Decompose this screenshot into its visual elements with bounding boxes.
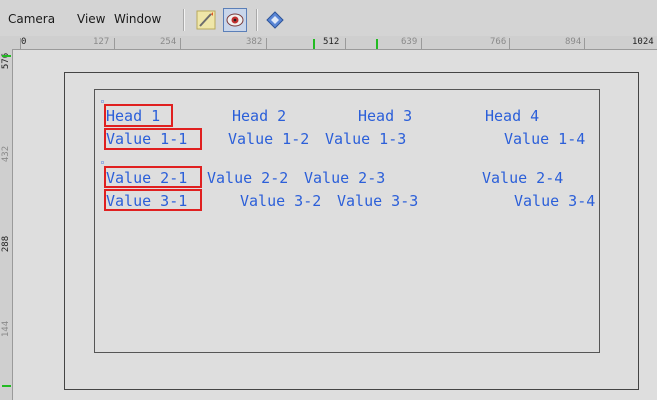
vertical-ruler[interactable]: 576 432 288 144 (0, 49, 13, 400)
toolbar-separator (183, 9, 184, 31)
table-header-4[interactable]: Head 4 (485, 107, 539, 125)
ruler-tick (584, 38, 585, 49)
ruler-marker-right (376, 39, 378, 49)
ruler-label-432: 432 (1, 145, 11, 163)
table-header-2[interactable]: Head 2 (232, 107, 286, 125)
menu-camera[interactable]: Camera (8, 12, 55, 26)
ruler-tick (266, 38, 267, 49)
table-cell-1-3[interactable]: Value 1-3 (325, 130, 406, 148)
table-cell-2-2[interactable]: Value 2-2 (207, 169, 288, 187)
table-cell-3-3[interactable]: Value 3-3 (337, 192, 418, 210)
ruler-label-1024: 1024 (632, 37, 654, 47)
selection-box-cell-1-1[interactable] (104, 128, 202, 150)
ruler-marker-top (2, 55, 11, 57)
ruler-tick (114, 38, 115, 49)
ruler-tick (345, 38, 346, 49)
table-cell-3-2[interactable]: Value 3-2 (240, 192, 321, 210)
table-cell-1-4[interactable]: Value 1-4 (504, 130, 585, 148)
horizontal-ruler[interactable]: 0 127 254 382 512 639 766 894 1024 (0, 36, 657, 50)
selection-handle[interactable] (101, 161, 104, 164)
ruler-marker-bottom (2, 385, 11, 387)
navigate-tool-button[interactable] (263, 8, 287, 32)
camera-tool-button[interactable] (223, 8, 247, 32)
ruler-label-512: 512 (323, 37, 340, 47)
ruler-tick (180, 38, 181, 49)
ruler-marker-left (313, 39, 315, 49)
ruler-label-766: 766 (490, 37, 507, 47)
ruler-tick (509, 38, 510, 49)
ruler-label-382: 382 (246, 37, 263, 47)
ruler-tick (20, 38, 21, 49)
table-cell-3-4[interactable]: Value 3-4 (514, 192, 595, 210)
table-cell-2-3[interactable]: Value 2-3 (304, 169, 385, 187)
pencil-icon (196, 10, 216, 30)
ruler-label-144: 144 (1, 320, 11, 338)
selection-box-cell-3-1[interactable] (104, 189, 202, 211)
menu-window[interactable]: Window (114, 12, 161, 26)
ruler-tick (421, 38, 422, 49)
ruler-label-894: 894 (565, 37, 582, 47)
table-header-3[interactable]: Head 3 (358, 107, 412, 125)
ruler-label-254: 254 (160, 37, 177, 47)
ruler-label-288: 288 (1, 235, 11, 253)
canvas-viewport[interactable]: Head 1 Head 2 Head 3 Head 4 Value 1-1 Va… (13, 50, 657, 400)
diamond-nav-icon (266, 11, 284, 29)
toolbar-separator-2 (256, 9, 257, 31)
camera-eye-icon (226, 13, 244, 27)
pencil-tool-button[interactable] (194, 8, 218, 32)
table-cell-2-4[interactable]: Value 2-4 (482, 169, 563, 187)
ruler-label-0: 0 (21, 37, 27, 47)
selection-handle[interactable] (101, 100, 104, 103)
selection-box-header-1[interactable] (104, 104, 173, 127)
ruler-label-127: 127 (93, 37, 110, 47)
selection-box-cell-2-1[interactable] (104, 166, 202, 188)
table-cell-1-2[interactable]: Value 1-2 (228, 130, 309, 148)
menu-view[interactable]: View (77, 12, 105, 26)
menu-bar: Camera View Window (0, 0, 657, 37)
ruler-label-639: 639 (401, 37, 418, 47)
